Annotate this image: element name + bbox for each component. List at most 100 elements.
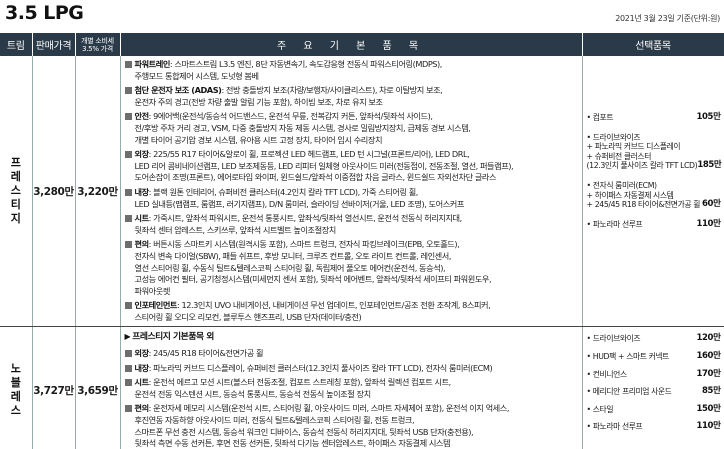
feature-text: : 운전석 에르고 모션 시트(볼스터 전동조절, 컴포트 스트레칭 포함), …: [148, 377, 452, 388]
square-bullet-icon: [124, 87, 132, 95]
feature-label: 편의: [134, 403, 150, 414]
option-item: • 컨비니언스 170만: [586, 368, 721, 380]
trim-char: 레: [10, 170, 21, 184]
feature-text: : 가죽시트, 앞좌석 파워시트, 운전석 통풍시트, 앞좌석/뒷좌석 열선시트…: [148, 213, 463, 224]
feature-body: 외장: 225/55 R17 타이어&알로이 휠, 프로젝션 LED 헤드램프,…: [135, 149, 580, 184]
feature-label: 시트: [134, 377, 150, 388]
standard-features: ▶ 프레스티지 기본품목 외 외장: 245/45 R18 타이어&전면가공 휠 내장…: [120, 326, 583, 449]
feature-body: 안전: 9에어백(운전석/동승석 어드밴스드, 운전석 무릎, 전복감지 커튼,…: [135, 111, 580, 146]
feature-label: 외장: [134, 348, 150, 359]
header-options: 선택품목: [582, 33, 724, 56]
square-bullet-icon: [124, 113, 132, 121]
trim-char: 스: [10, 184, 21, 198]
option-line: • 전자식 룸미러(ECM): [586, 180, 658, 190]
header-ind-price: 개별 소비세 3.5% 가격: [75, 33, 121, 56]
option-price: 120만: [696, 333, 721, 344]
feature-line: 스티어링 휠 오디오 리모컨, 블루투스 핸즈프리, USB 단자(데이터/충전…: [134, 311, 362, 322]
feature-line: 내장: 파노라믹 커브드 디스플레이, 슈퍼비전 클러스터(12.3인치 풀사이…: [135, 363, 580, 375]
feature-text: : 245/45 R18 타이어&전면가공 휠: [148, 348, 264, 359]
feature-section: 인포테인먼트: 12.3인치 UVO 내비게이션, 내비게이션 무선 업데이트,…: [124, 300, 580, 323]
feature-line: 시트: 가죽시트, 앞좌석 파워시트, 운전석 통풍시트, 앞좌석/뒷좌석 열선…: [135, 213, 580, 225]
feature-text: : 스마트스트림 L3.5 엔진, 8단 자동변속기, 속도감응형 전동식 파워…: [169, 59, 442, 69]
option-line: • HUD팩 + 스마트 커넥트: [586, 352, 670, 362]
feature-label: 외장: [134, 149, 150, 160]
feature-body: 시트: 운전석 에르고 모션 시트(볼스터 전동조절, 컴포트 스트레칭 포함)…: [135, 377, 580, 400]
trim-name: 프레스티지: [0, 56, 33, 328]
feature-line: 외장: 245/45 R18 타이어&전면가공 휠: [135, 348, 580, 360]
feature-line: 편의: 운전자세 메모리 시스템(운전석 시트, 스티어링 휠, 아웃사이드 미…: [135, 403, 580, 415]
feature-text: : 파노라믹 커브드 디스플레이, 슈퍼비전 클러스터(12.3인치 풀사이즈 …: [148, 362, 493, 373]
option-item: • 컴포트 105만: [586, 112, 721, 123]
option-line: • 드라이브와이즈: [586, 132, 641, 142]
trim-row: 프 레 스 티 지 3,280만 3,220만 파워트레인: 스마트스트림 L3.5 엔진, …: [0, 56, 724, 328]
option-lines: • 파노라마 선루프: [587, 422, 697, 432]
square-bullet-icon: [124, 61, 132, 68]
header-ind-line1: 개별 소비세: [81, 36, 114, 45]
feature-label: 편의: [134, 239, 150, 250]
option-item: • 메리디안 프리미엄 사운드 85만: [587, 387, 721, 397]
trim-char: 노: [10, 362, 21, 376]
square-bullet-icon: [124, 151, 132, 159]
option-lines: • 스타일: [587, 405, 697, 415]
option-stack: • 컴포트 105만 • 드라이브와이즈 + 파노라믹 커브드 디스플레이 + 슈퍼비전…: [586, 56, 722, 230]
option-price: 60만: [702, 199, 721, 210]
tax-reduced-price: 3,659만: [75, 326, 121, 449]
header-trim: 트림: [0, 33, 33, 56]
option-price: 110만: [696, 218, 721, 229]
trim-name: 노블레스: [0, 326, 33, 449]
option-line: • 스타일: [586, 404, 614, 414]
feature-line: 파워트레인: 스마트스트림 L3.5 엔진, 8단 자동변속기, 속도감응형 전…: [135, 59, 580, 71]
feature-line: LED 실내등(맵램프, 룸램프, 러기지램프), D/N 룸미러, 슬라이딩 …: [134, 198, 465, 209]
feature-label: 내장: [134, 362, 150, 373]
option-price: 110만: [696, 421, 721, 432]
feature-line: 뒷좌석 센터 암레스트, 스키쓰루, 앞좌석 시트벨트 높이조절장치: [134, 224, 337, 235]
trim-row: 노 블 레 스 3,727만 3,659만 ▶ 프레스티지 기본품목 외 외장: 245/45 …: [0, 326, 724, 449]
option-item: • 전자식 룸미러(ECM) + 하이패스 자동결제 시스템 + 245/45 R1…: [587, 181, 721, 210]
feature-line: 후진연동 자동하향 아웃사이드 미러, 전동식 틸트&텔레스코픽 스티어링 휠,…: [134, 415, 415, 426]
feature-text: : 9에어백(운전석/동승석 어드밴스드, 운전석 무릎, 전복감지 커튼, 앞…: [148, 111, 433, 122]
feature-body: 내장: 블랙 원톤 인테리어, 슈퍼비전 클러스터(4.2인치 칼라 TFT L…: [135, 187, 580, 210]
option-line: • 메리디안 프리미엄 사운드: [586, 387, 672, 397]
trim-char: 레: [10, 390, 21, 404]
feature-line: 운전석 전동 익스텐션 시트, 동승석 통풍시트, 동승석 전동식 높이조절 장…: [134, 388, 372, 399]
trim-char: 티: [10, 198, 21, 212]
option-price: 85만: [702, 386, 721, 397]
feature-label: 시트: [134, 213, 150, 224]
feature-line: 첨단 운전자 보조 (ADAS): 전방 충돌방지 보조(차량/보행자/사이클리…: [135, 85, 580, 97]
date-note: 2021년 3월 23일 기준(단위:원): [615, 14, 720, 23]
feature-section: 편의: 버튼시동 스마트키 시스템(원격시동 포함), 스마트 트렁크, 전자식…: [124, 239, 580, 297]
feature-body: 외장: 245/45 R18 타이어&전면가공 휠: [135, 348, 580, 360]
feature-section: 내장: 파노라믹 커브드 디스플레이, 슈퍼비전 클러스터(12.3인치 풀사이…: [124, 363, 580, 375]
feature-text: : 전방 충돌방지 보조(차량/보행자/사이클리스트), 차로 이탈방지 보조,: [221, 85, 443, 96]
option-item: • HUD팩 + 스마트 커넥트 160만: [587, 351, 721, 362]
option-item: • 파노라마 선루프 110만: [587, 218, 721, 230]
option-list: • 컴포트 105만 • 드라이브와이즈 + 파노라믹 커브드 디스플레이 + 슈퍼비전…: [582, 56, 724, 328]
feature-body: 편의: 운전자세 메모리 시스템(운전석 시트, 스티어링 휠, 아웃사이드 미…: [135, 403, 580, 449]
feature-line: 도어손잡이 조명(프론트), 에어로타입 와이퍼, 윈드쉴드/앞좌석 이중접합 …: [134, 172, 497, 183]
feature-section: 시트: 운전석 에르고 모션 시트(볼스터 전동조절, 컴포트 스트레칭 포함)…: [124, 377, 580, 400]
feature-section: 안전: 9에어백(운전석/동승석 어드밴스드, 운전석 무릎, 전복감지 커튼,…: [124, 111, 580, 146]
square-bullet-icon: [124, 364, 132, 372]
feature-line: 뒷좌석 측면 수동 선커튼, 후면 전동 선커튼, 뒷좌석 다기능 센터암레스트…: [134, 438, 451, 449]
feature-line: 스마트폰 무선 충전 시스템, 동승석 워크인 디바이스, 동승석 전동식 허리…: [134, 426, 474, 437]
option-line: • 파노라마 선루프: [586, 422, 643, 432]
option-price: 170만: [696, 368, 721, 379]
sale-price: 3,727만: [32, 326, 76, 449]
feature-line: 개별 타이어 공기압 경보 시스템, 유아용 시트 고정 장치, 타이어 임시 …: [134, 134, 383, 145]
header-price: 판매가격: [32, 33, 76, 56]
feature-text: : 225/55 R17 타이어&알로이 휠, 프로젝션 LED 헤드램프, L…: [148, 149, 470, 160]
square-bullet-icon: [124, 405, 132, 413]
option-lines: • 전자식 룸미러(ECM) + 하이패스 자동결제 시스템 + 245/45 R1…: [587, 181, 703, 210]
feature-section: 편의: 운전자세 메모리 시스템(운전석 시트, 스티어링 휠, 아웃사이드 미…: [124, 403, 580, 449]
option-line: • 컴포트: [586, 113, 614, 122]
option-item: • 드라이브와이즈 + 파노라믹 커브드 디스플레이 + 슈퍼비전 클러스터 (12.…: [586, 132, 722, 171]
trim-char: 지: [10, 212, 21, 226]
option-price: 160만: [696, 351, 721, 362]
option-price: 105만: [696, 112, 721, 122]
trim-char: 스: [10, 404, 21, 418]
option-line: • 컨비니언스: [586, 369, 628, 379]
feature-line: 안전: 9에어백(운전석/동승석 어드밴스드, 운전석 무릎, 전복감지 커튼,…: [135, 111, 580, 123]
option-line: + 하이패스 자동결제 시스템: [586, 190, 674, 200]
feature-body: 편의: 버튼시동 스마트키 시스템(원격시동 포함), 스마트 트렁크, 전자식…: [135, 239, 580, 297]
option-lines: • HUD팩 + 스마트 커넥트: [587, 352, 697, 362]
